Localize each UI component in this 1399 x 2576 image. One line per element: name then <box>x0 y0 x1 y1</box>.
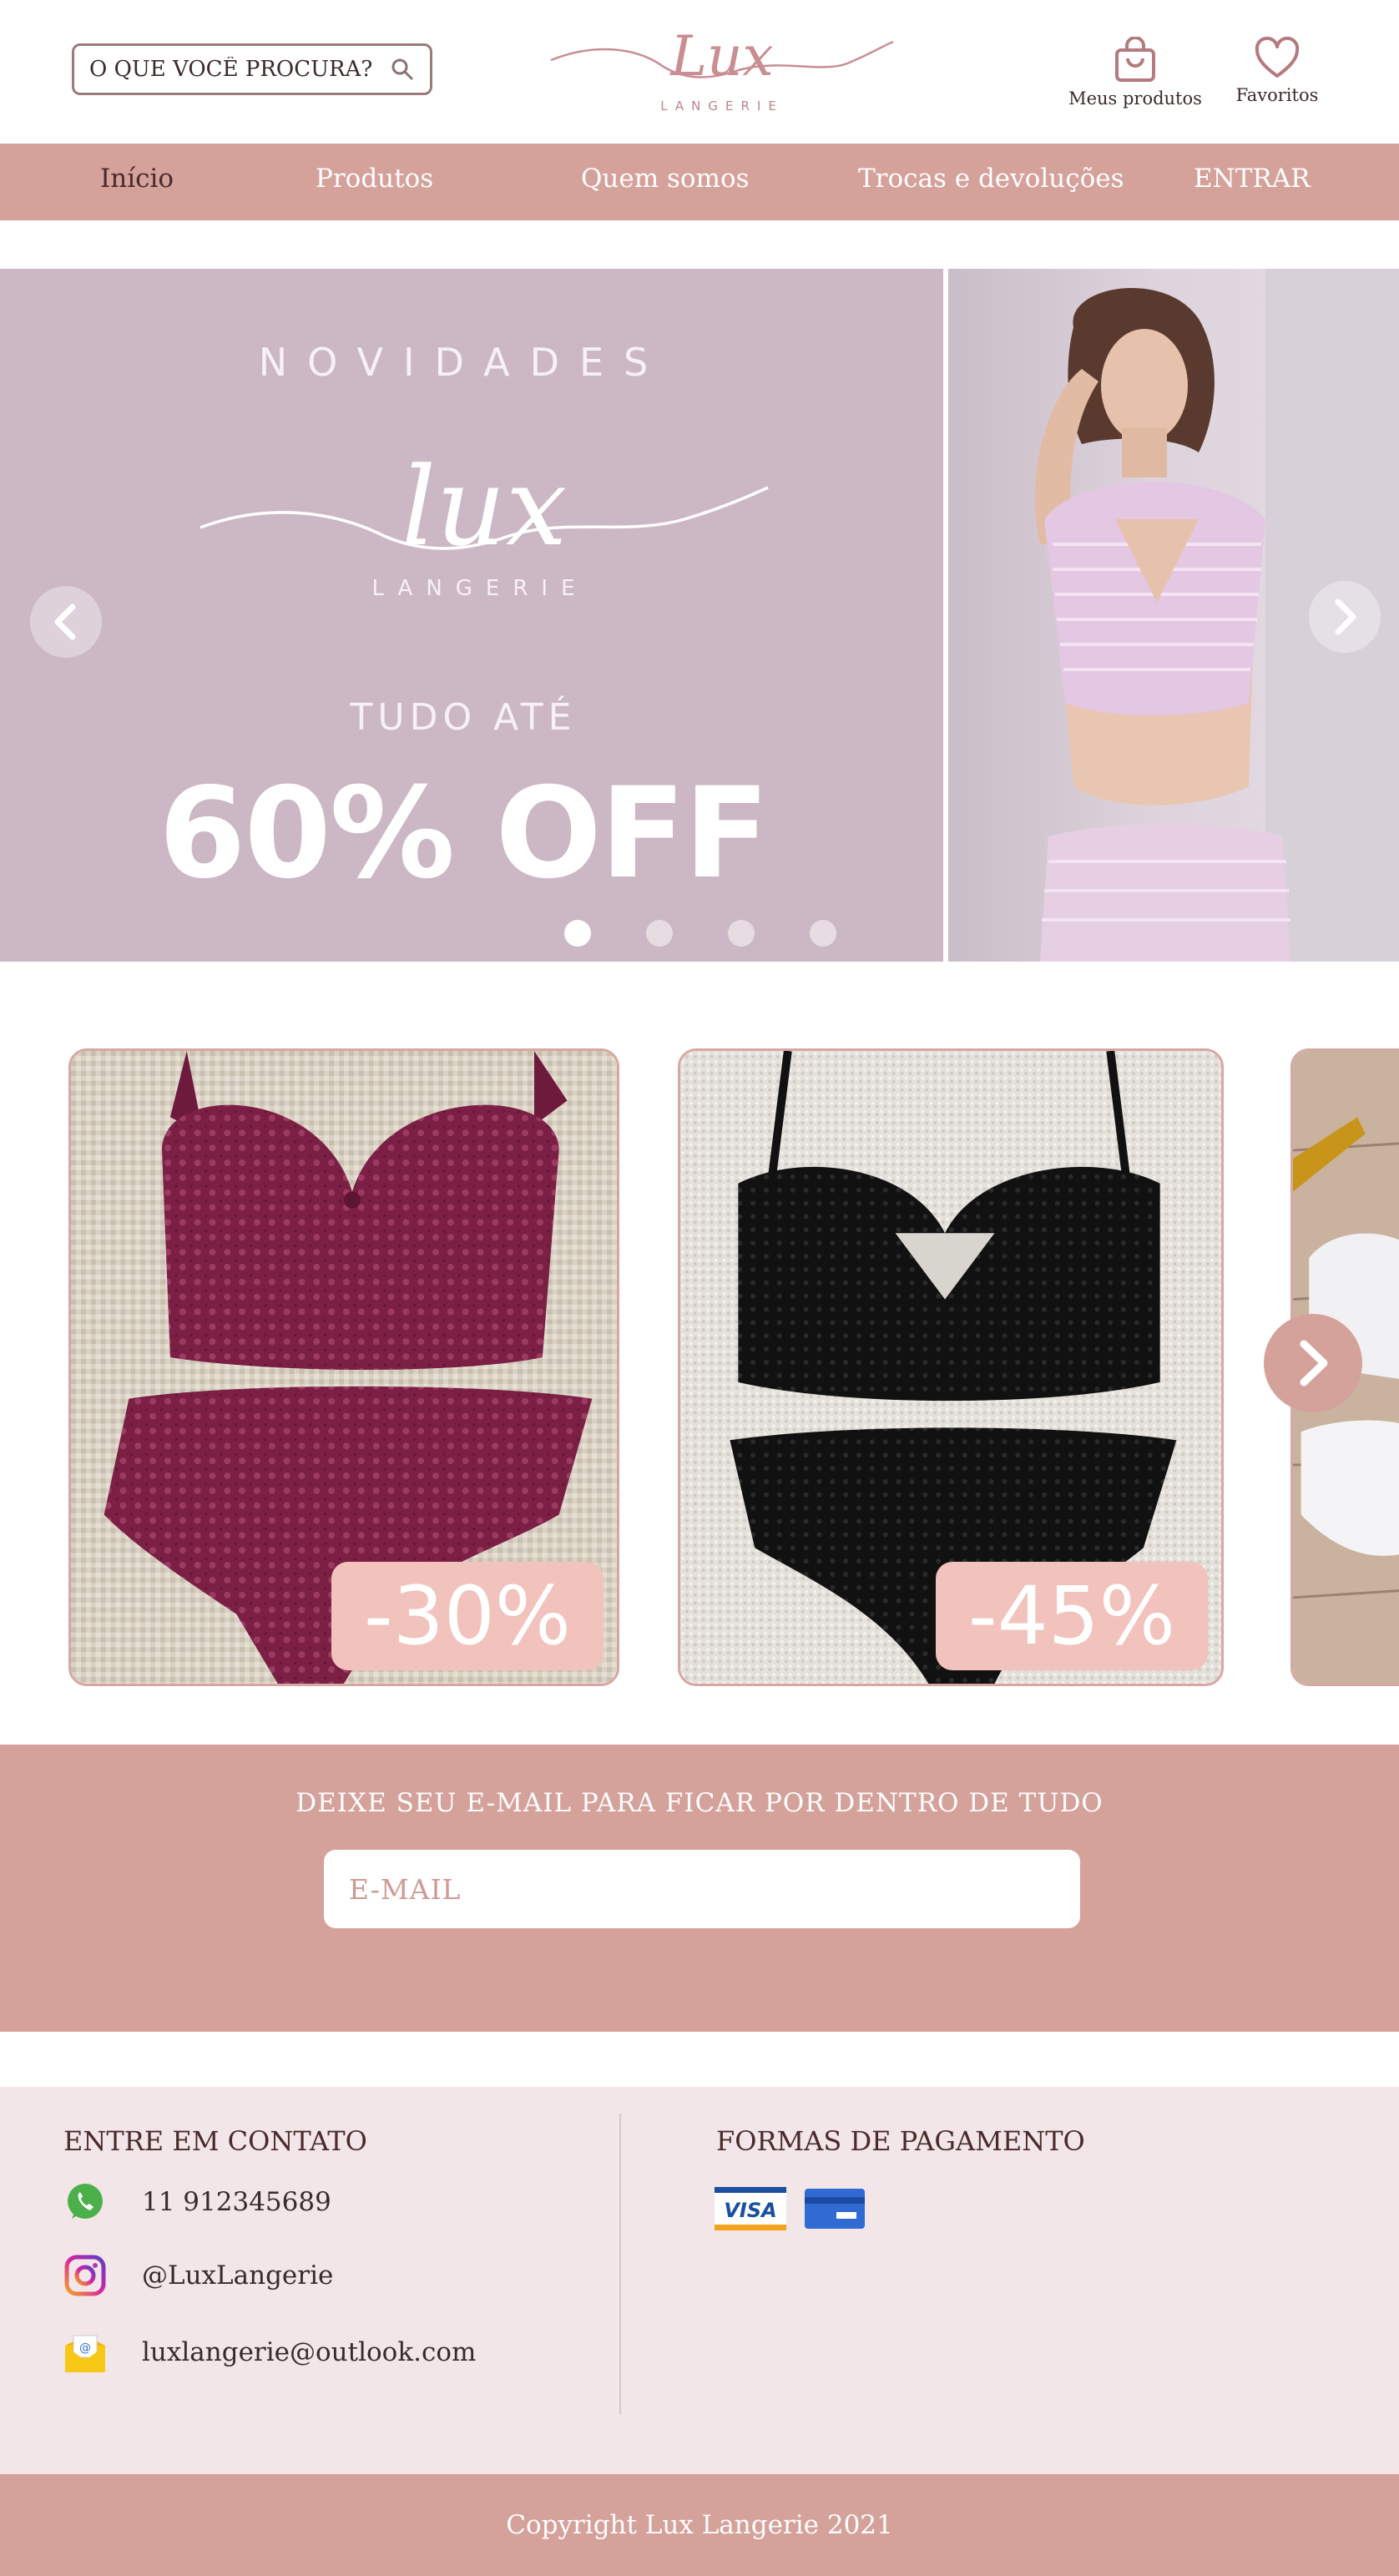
logo-wordmark: Lux <box>669 24 774 88</box>
svg-text:VISA: VISA <box>724 2199 776 2222</box>
hero-kicker: NOVIDADES <box>258 340 669 385</box>
product-card[interactable]: -45% <box>678 1048 1224 1686</box>
contact-email[interactable]: @ luxlangerie@outlook.com <box>63 2331 476 2374</box>
instagram-icon <box>63 2254 107 2297</box>
favorites-button[interactable]: Favoritos <box>1227 37 1327 105</box>
whatsapp-icon <box>63 2180 107 2224</box>
my-products-button[interactable]: Meus produtos <box>1068 37 1202 109</box>
favorites-label: Favoritos <box>1235 85 1319 105</box>
search-box[interactable] <box>72 43 432 95</box>
nav-item-produtos[interactable]: Produtos <box>316 164 433 194</box>
nav-item-entrar[interactable]: ENTRAR <box>1194 164 1311 194</box>
carousel-next-button[interactable] <box>1309 581 1381 653</box>
footer-divider <box>619 2114 621 2414</box>
copyright-bar: Copyright Lux Langerie 2021 <box>0 2474 1399 2576</box>
product-card[interactable]: -30% <box>68 1048 619 1686</box>
carousel-prev-button[interactable] <box>30 586 102 658</box>
hero-logo-wordmark: lux <box>402 443 568 570</box>
heart-icon <box>1255 37 1300 78</box>
email-field[interactable] <box>324 1850 1080 1928</box>
products-next-button[interactable] <box>1264 1314 1362 1412</box>
contact-phone[interactable]: 11 912345689 <box>63 2180 331 2224</box>
hero-headline: 60% OFF <box>159 761 770 907</box>
chevron-right-icon <box>1300 1340 1328 1386</box>
hero-logo-subtitle: LANGERIE <box>371 576 588 601</box>
phone-number: 11 912345689 <box>142 2187 331 2217</box>
logo-subtitle: LANGERIE <box>660 98 784 114</box>
shopping-bag-icon <box>1115 37 1155 82</box>
payment-title: FORMAS DE PAGAMENTO <box>716 2125 1085 2157</box>
payment-methods: VISA <box>715 2187 865 2230</box>
newsletter-title: DEIXE SEU E-MAIL PARA FICAR POR DENTRO D… <box>295 1788 1104 1818</box>
hero-banner[interactable]: NOVIDADES lux LANGERIE TUDO ATÉ 60% OFF <box>0 269 943 962</box>
search-icon[interactable] <box>390 57 415 82</box>
hero-carousel: NOVIDADES lux LANGERIE TUDO ATÉ 60% OFF <box>0 269 1399 962</box>
carousel-dot-3[interactable] <box>728 920 755 947</box>
site-header: Lux LANGERIE Meus produtos Favoritos <box>0 0 1399 144</box>
site-footer: ENTRE EM CONTATO 11 912345689 @LuxLanger… <box>0 2087 1399 2474</box>
email-icon: @ <box>63 2331 107 2374</box>
instagram-handle: @LuxLangerie <box>142 2260 334 2291</box>
carousel-dot-2[interactable] <box>646 920 673 947</box>
contact-instagram[interactable]: @LuxLangerie <box>63 2254 333 2297</box>
my-products-label: Meus produtos <box>1068 88 1202 109</box>
discount-badge: -30% <box>331 1562 604 1670</box>
visa-icon: VISA <box>715 2187 786 2230</box>
hero-logo: lux <box>199 443 769 570</box>
chevron-left-icon <box>54 604 76 640</box>
search-input[interactable] <box>89 57 390 82</box>
contact-title: ENTRE EM CONTATO <box>63 2125 367 2157</box>
carousel-dots <box>564 920 836 947</box>
carousel-dot-4[interactable] <box>810 920 836 947</box>
hero-pretitle: TUDO ATÉ <box>350 696 577 739</box>
svg-text:@: @ <box>79 2341 91 2355</box>
product-carousel: -30% -45% <box>0 1043 1399 1691</box>
main-nav: Início Produtos Quem somos Trocas e devo… <box>0 144 1399 220</box>
discount-badge: -45% <box>936 1562 1208 1670</box>
carousel-dot-1[interactable] <box>564 920 591 947</box>
brand-logo[interactable]: Lux LANGERIE <box>547 8 897 121</box>
credit-card-icon <box>805 2189 865 2229</box>
nav-item-inicio[interactable]: Início <box>100 164 174 194</box>
email-address: luxlangerie@outlook.com <box>142 2337 477 2367</box>
chevron-right-icon <box>1335 599 1356 635</box>
nav-item-trocas[interactable]: Trocas e devoluções <box>858 164 1124 194</box>
newsletter-section: DEIXE SEU E-MAIL PARA FICAR POR DENTRO D… <box>0 1745 1399 2032</box>
nav-item-quem-somos[interactable]: Quem somos <box>581 164 750 194</box>
